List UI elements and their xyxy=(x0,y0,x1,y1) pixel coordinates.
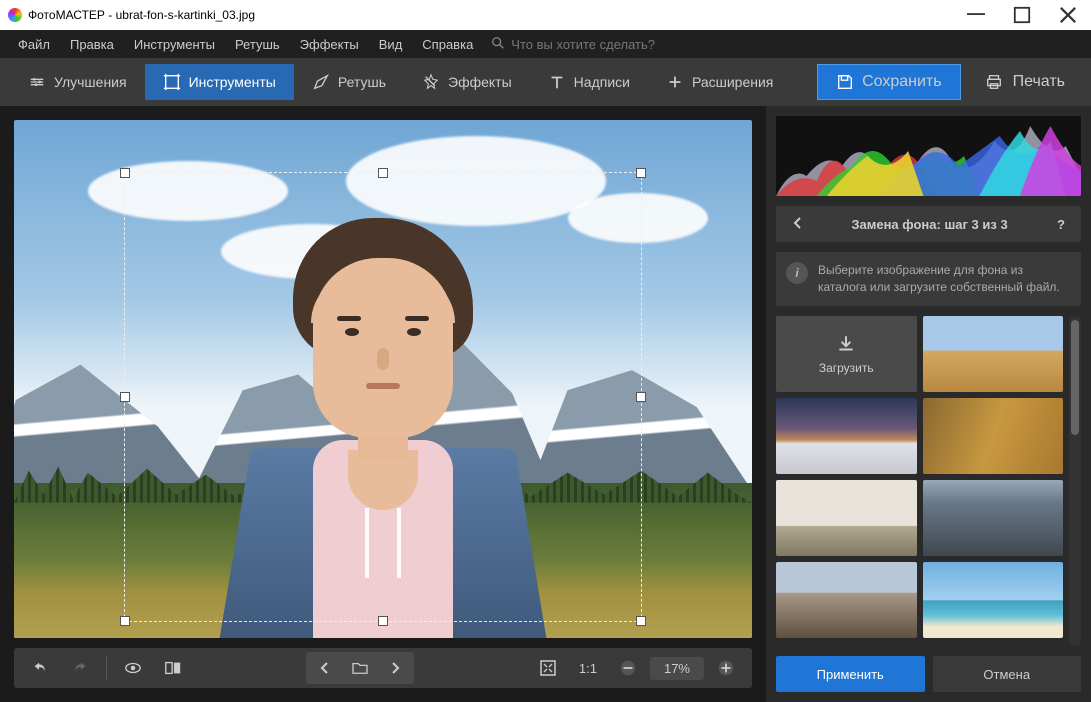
crop-handle-bl[interactable] xyxy=(120,616,130,626)
title-app: ФотоМАСТЕР xyxy=(28,8,105,22)
titlebar: ФотоМАСТЕР - ubrat-fon-s-kartinki_03.jpg xyxy=(0,0,1091,30)
step-header: Замена фона: шаг 3 из 3 ? xyxy=(776,206,1081,242)
menu-effects[interactable]: Эффекты xyxy=(292,33,367,56)
tab-enhance[interactable]: Улучшения xyxy=(10,64,145,100)
tab-tools[interactable]: Инструменты xyxy=(145,64,294,100)
undo-button[interactable] xyxy=(22,652,58,684)
zoom-value[interactable]: 17% xyxy=(650,657,704,680)
download-icon xyxy=(835,333,857,355)
search-icon xyxy=(491,36,505,53)
menubar: Файл Правка Инструменты Ретушь Эффекты В… xyxy=(0,30,1091,58)
menu-help[interactable]: Справка xyxy=(414,33,481,56)
menu-retouch[interactable]: Ретушь xyxy=(227,33,288,56)
crop-handle-tm[interactable] xyxy=(378,168,388,178)
print-button[interactable]: Печать xyxy=(969,64,1081,100)
bg-thumb-town[interactable] xyxy=(776,562,917,638)
menu-tools[interactable]: Инструменты xyxy=(126,33,223,56)
window-minimize-button[interactable] xyxy=(953,0,999,30)
bg-thumb-desert[interactable] xyxy=(923,316,1064,392)
window-close-button[interactable] xyxy=(1045,0,1091,30)
crop-handle-tl[interactable] xyxy=(120,168,130,178)
tab-extensions[interactable]: Расширения xyxy=(648,64,791,100)
zoom-in-button[interactable] xyxy=(708,652,744,684)
canvas[interactable] xyxy=(14,120,752,638)
crop-handle-br[interactable] xyxy=(636,616,646,626)
step-back-button[interactable] xyxy=(786,214,808,235)
crop-frame[interactable] xyxy=(124,172,642,622)
info-icon: i xyxy=(786,262,808,284)
apply-button[interactable]: Применить xyxy=(776,656,925,692)
save-button[interactable]: Сохранить xyxy=(817,64,961,100)
step-help-button[interactable]: ? xyxy=(1051,215,1071,234)
crop-handle-bm[interactable] xyxy=(378,616,388,626)
search-box xyxy=(491,36,731,53)
scroll-thumb[interactable] xyxy=(1071,320,1079,436)
crop-handle-mr[interactable] xyxy=(636,392,646,402)
compare-button[interactable] xyxy=(155,652,191,684)
menu-file[interactable]: Файл xyxy=(10,33,58,56)
bg-thumb-sunset[interactable] xyxy=(776,398,917,474)
preview-button[interactable] xyxy=(115,652,151,684)
nav-next-button[interactable] xyxy=(378,652,414,684)
info-text: Выберите изображение для фона из каталог… xyxy=(818,262,1071,296)
tab-text[interactable]: Надписи xyxy=(530,64,648,100)
bg-thumb-autumn[interactable] xyxy=(923,398,1064,474)
cancel-button[interactable]: Отмена xyxy=(933,656,1082,692)
nav-prev-button[interactable] xyxy=(306,652,342,684)
title-file: ubrat-fon-s-kartinki_03.jpg xyxy=(116,8,255,22)
nav-folder-button[interactable] xyxy=(342,652,378,684)
tab-effects[interactable]: Эффекты xyxy=(404,64,530,100)
toolbar: Улучшения Инструменты Ретушь Эффекты Над… xyxy=(0,58,1091,106)
crop-handle-ml[interactable] xyxy=(120,392,130,402)
info-box: i Выберите изображение для фона из катал… xyxy=(776,252,1081,306)
search-input[interactable] xyxy=(511,37,731,52)
zoom-out-button[interactable] xyxy=(610,652,646,684)
tab-retouch[interactable]: Ретушь xyxy=(294,64,404,100)
redo-button[interactable] xyxy=(62,652,98,684)
bg-thumb-city[interactable] xyxy=(923,480,1064,556)
bg-thumb-room[interactable] xyxy=(776,480,917,556)
right-panel: Замена фона: шаг 3 из 3 ? i Выберите изо… xyxy=(766,106,1091,702)
background-thumbnail-grid: Загрузить xyxy=(776,316,1063,646)
step-title: Замена фона: шаг 3 из 3 xyxy=(808,217,1051,232)
bg-thumb-beach[interactable] xyxy=(923,562,1064,638)
menu-edit[interactable]: Правка xyxy=(62,33,122,56)
fit-screen-button[interactable] xyxy=(530,652,566,684)
menu-view[interactable]: Вид xyxy=(371,33,411,56)
canvas-bottom-bar: 1:1 17% xyxy=(14,648,752,688)
window-maximize-button[interactable] xyxy=(999,0,1045,30)
crop-handle-tr[interactable] xyxy=(636,168,646,178)
app-logo-icon xyxy=(8,8,22,22)
thumbs-scrollbar[interactable] xyxy=(1069,316,1081,646)
histogram xyxy=(776,116,1081,196)
upload-background-button[interactable]: Загрузить xyxy=(776,316,917,392)
ratio-button[interactable]: 1:1 xyxy=(570,652,606,684)
panel-footer: Применить Отмена xyxy=(776,656,1081,692)
